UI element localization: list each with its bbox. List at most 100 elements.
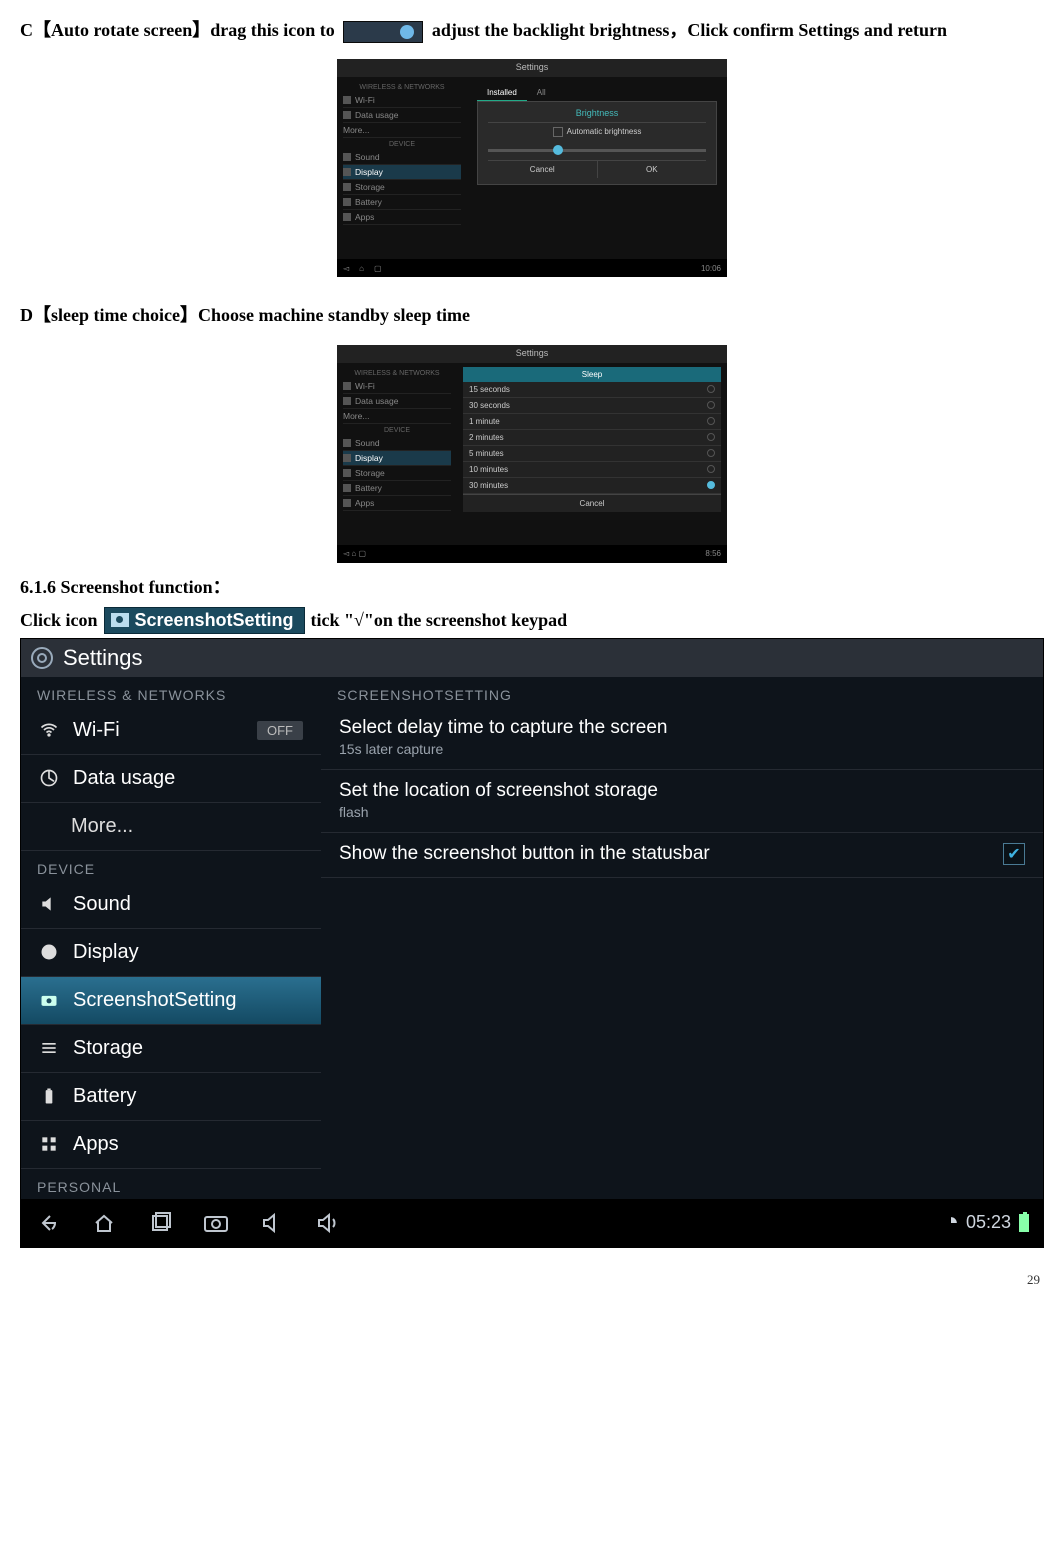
screenshot-brightness: Settings WIRELESS & NETWORKS Wi-Fi Data … <box>337 59 727 277</box>
sidebar-item-battery[interactable]: Battery <box>343 195 461 210</box>
setting-show-title: Show the screenshot button in the status… <box>339 843 1003 865</box>
tab-all[interactable]: All <box>527 85 556 102</box>
nav-home-icon[interactable]: ⌂ <box>351 549 356 558</box>
shot2-title: Settings <box>337 345 727 363</box>
big-title: Settings <box>63 645 143 671</box>
setting-delay-title: Select delay time to capture the screen <box>339 717 1025 739</box>
datausage-icon <box>39 768 59 788</box>
click-icon-line: Click icon ScreenshotSetting tick "√"on … <box>20 607 1044 634</box>
apps-icon <box>39 1134 59 1154</box>
sidebar-item-storage[interactable]: Storage <box>343 466 451 481</box>
sidebar-item-apps[interactable]: Apps <box>343 210 461 225</box>
setting-show-button[interactable]: Show the screenshot button in the status… <box>321 833 1043 878</box>
sleep-options-list: 15 seconds 30 seconds 1 minute 2 minutes… <box>463 382 721 512</box>
nav-volume-down-icon[interactable] <box>259 1210 285 1236</box>
shot1-cat-device: DEVICE <box>343 141 461 148</box>
sidebar-item-battery[interactable]: Battery <box>21 1073 321 1121</box>
shot2-clock: 8:56 <box>705 549 721 558</box>
sleep-cancel-button[interactable]: Cancel <box>463 494 721 512</box>
sidebar-item-sound[interactable]: Sound <box>21 881 321 929</box>
gear-icon <box>31 647 53 669</box>
shot1-cat-wireless: WIRELESS & NETWORKS <box>343 84 461 91</box>
tab-installed[interactable]: Installed <box>477 85 527 102</box>
big-cat-personal: PERSONAL <box>21 1169 321 1199</box>
big-sidebar: WIRELESS & NETWORKS Wi-Fi OFF Data usage… <box>21 677 321 1199</box>
nav-recent-icon[interactable]: ▢ <box>374 264 382 273</box>
wifi-icon <box>39 720 59 740</box>
sidebar-item-wifi[interactable]: Wi-Fi OFF <box>21 707 321 755</box>
click-icon-post: tick "√"on the screenshot keypad <box>311 610 568 631</box>
sidebar-item-storage[interactable]: Storage <box>343 180 461 195</box>
big-navbar: 05:23 <box>21 1199 1043 1247</box>
screenshotsetting-button-icon: ScreenshotSetting <box>104 607 305 634</box>
sidebar-item-display[interactable]: Display <box>343 451 451 466</box>
screenshot-sleep: Settings WIRELESS & NETWORKS Wi-Fi Data … <box>337 345 727 563</box>
brightness-auto-check[interactable]: Automatic brightness <box>488 123 706 141</box>
nav-back-icon[interactable]: ◅ <box>343 549 349 558</box>
battery-status-icon <box>1019 1214 1029 1232</box>
sound-icon <box>39 894 59 914</box>
sleep-option[interactable]: 2 minutes <box>463 430 721 446</box>
sidebar-item-screenshotsetting[interactable]: ScreenshotSetting <box>21 977 321 1025</box>
display-icon <box>39 942 59 962</box>
sidebar-item-sound[interactable]: Sound <box>343 150 461 165</box>
big-cat-wireless: WIRELESS & NETWORKS <box>21 677 321 707</box>
screenshot-brightness-wrap: Settings WIRELESS & NETWORKS Wi-Fi Data … <box>20 59 1044 277</box>
sleep-option[interactable]: 5 minutes <box>463 446 721 462</box>
big-header: Settings <box>21 639 1043 677</box>
brightness-cancel-button[interactable]: Cancel <box>488 161 598 178</box>
sidebar-item-sound[interactable]: Sound <box>343 436 451 451</box>
battery-icon <box>39 1086 59 1106</box>
big-status-area[interactable]: 05:23 <box>944 1212 1029 1233</box>
setting-delay-sub: 15s later capture <box>339 741 1025 757</box>
nav-recent-icon[interactable]: ▢ <box>358 549 366 558</box>
screenshotsetting-label: ScreenshotSetting <box>135 610 294 631</box>
sidebar-item-apps[interactable]: Apps <box>21 1121 321 1169</box>
sleep-option[interactable]: 30 minutes <box>463 478 721 494</box>
sleep-option[interactable]: 1 minute <box>463 414 721 430</box>
screenshot-settings-large: Settings WIRELESS & NETWORKS Wi-Fi OFF D… <box>20 638 1044 1248</box>
setting-delay-time[interactable]: Select delay time to capture the screen … <box>321 707 1043 770</box>
heading-616: 6.1.6 Screenshot function： <box>20 573 1044 599</box>
sidebar-item-more[interactable]: More... <box>21 803 321 851</box>
sleep-option[interactable]: 30 seconds <box>463 398 721 414</box>
brightness-dialog: Brightness Automatic brightness Cancel O… <box>477 101 717 185</box>
para-c-suffix: adjust the backlight brightness，Click co… <box>432 20 947 40</box>
nav-home-icon[interactable]: ⌂ <box>359 264 364 273</box>
sleep-option[interactable]: 10 minutes <box>463 462 721 478</box>
sidebar-item-display[interactable]: Display <box>343 165 461 180</box>
paragraph-d: D【sleep time choice】Choose machine stand… <box>20 295 1044 336</box>
wifi-toggle[interactable]: OFF <box>257 721 303 740</box>
nav-screenshot-icon[interactable] <box>203 1210 229 1236</box>
setting-storage-location[interactable]: Set the location of screenshot storage f… <box>321 770 1043 833</box>
sidebar-item-more[interactable]: More... <box>343 409 451 424</box>
brightness-ok-button[interactable]: OK <box>598 161 707 178</box>
sidebar-item-battery[interactable]: Battery <box>343 481 451 496</box>
sidebar-item-apps[interactable]: Apps <box>343 496 451 511</box>
brightness-dialog-title: Brightness <box>488 108 706 123</box>
nav-home-icon[interactable] <box>91 1210 117 1236</box>
sidebar-item-more[interactable]: More... <box>343 123 461 138</box>
screenshot-sleep-wrap: Settings WIRELESS & NETWORKS Wi-Fi Data … <box>20 345 1044 563</box>
shot2-sidebar: WIRELESS & NETWORKS Wi-Fi Data usage Mor… <box>337 363 457 545</box>
sidebar-item-display[interactable]: Display <box>21 929 321 977</box>
nav-recent-icon[interactable] <box>147 1210 173 1236</box>
sleep-option[interactable]: 15 seconds <box>463 382 721 398</box>
sidebar-item-datausage[interactable]: Data usage <box>343 394 451 409</box>
paragraph-c: C【Auto rotate screen】drag this icon to a… <box>20 10 1044 51</box>
nav-back-icon[interactable]: ◅ <box>343 264 349 273</box>
sidebar-item-datausage[interactable]: Data usage <box>21 755 321 803</box>
sidebar-item-wifi[interactable]: Wi-Fi <box>343 93 461 108</box>
sidebar-item-storage[interactable]: Storage <box>21 1025 321 1073</box>
brightness-slider[interactable] <box>488 149 706 152</box>
nav-volume-up-icon[interactable] <box>315 1210 341 1236</box>
sleep-dialog-title: Sleep <box>463 367 721 382</box>
sidebar-item-wifi[interactable]: Wi-Fi <box>343 379 451 394</box>
nav-back-icon[interactable] <box>35 1210 61 1236</box>
big-right-cat: SCREENSHOTSETTING <box>321 677 1043 707</box>
setting-loc-sub: flash <box>339 804 1025 820</box>
para-c-prefix: C【Auto rotate screen】drag this icon to <box>20 20 339 40</box>
show-button-checkbox[interactable]: ✔ <box>1003 843 1025 865</box>
camera-icon <box>39 990 59 1010</box>
sidebar-item-datausage[interactable]: Data usage <box>343 108 461 123</box>
